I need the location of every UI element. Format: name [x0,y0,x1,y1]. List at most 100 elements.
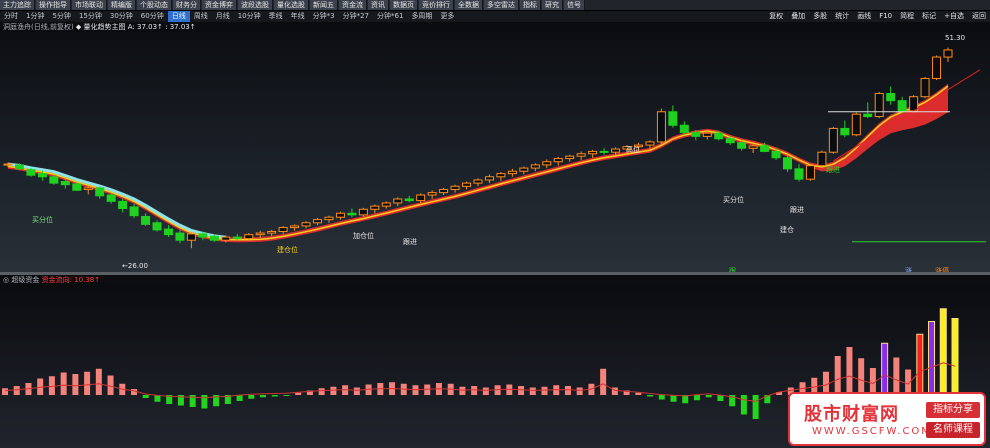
period-tab-4[interactable]: 30分钟 [106,11,137,22]
period-tab-8[interactable]: 月线 [212,11,234,22]
tool-button-6[interactable]: 简程 [896,11,918,22]
flow-bar [600,368,607,395]
candle-body [163,228,173,236]
toolbar-button-14[interactable]: 全数据 [455,0,483,10]
candle-body [886,93,896,102]
candle-body [656,111,666,143]
candle-body [943,49,953,58]
flow-bar [916,333,924,396]
toolbar-button-18[interactable]: 信号 [564,0,585,10]
candle-body [932,56,942,79]
watermark-tag-course: 名师课程 [926,422,980,438]
position-label: 跟进 [403,238,417,246]
sub-indicator-title: ◎ 超级资金 [3,276,40,284]
period-tab-10[interactable]: 季线 [265,11,287,22]
toolbar-button-8[interactable]: 量化选股 [274,0,309,10]
flow-bar [201,395,208,409]
toolbar-button-17[interactable]: 研究 [542,0,563,10]
flow-bar [705,395,712,398]
period-tab-12[interactable]: 分钟*3 [309,11,339,22]
flow-bar [48,376,55,395]
period-tab-2[interactable]: 5分钟 [48,11,74,22]
candle-body [404,198,414,202]
candle-body [691,131,701,137]
flow-bar [951,318,959,396]
candle-body [863,113,873,118]
watermark-url: WWW.GSCFW.COM [812,426,932,437]
flow-bar [928,321,936,396]
candle-body [26,169,36,176]
period-tab-5[interactable]: 60分钟 [137,11,168,22]
candle-body [530,164,540,169]
candle-body [72,183,82,191]
period-tab-3[interactable]: 15分钟 [75,11,106,22]
signal-label: 跟进 [826,166,840,174]
candle-body [714,132,724,140]
sub-chart-header: ◎ 超级资金 资金流向: 10.38↑ [0,275,990,285]
candle-body [278,227,288,232]
candle-body [851,113,861,136]
toolbar-button-9[interactable]: 新闻五 [310,0,338,10]
candle-body [679,124,689,133]
candle-body [507,170,517,175]
flow-bar [482,387,489,395]
candle-body [335,212,345,218]
flow-bar [283,395,290,396]
toolbar-button-13[interactable]: 竞价排行 [419,0,454,10]
toolbar-button-10[interactable]: 资金流 [339,0,367,10]
stock-title: 洞庭渔舟(日线,前复权) [3,23,74,31]
tool-button-9[interactable]: 返回 [968,11,990,22]
flow-bar [564,386,571,395]
toolbar-button-7[interactable]: 波段选股 [238,0,273,10]
flow-bar [858,358,865,395]
tool-button-7[interactable]: 标记 [918,11,940,22]
tool-button-3[interactable]: 统计 [831,11,853,22]
tool-button-0[interactable]: 复权 [765,11,787,22]
candle-body [370,205,380,210]
period-tab-9[interactable]: 10分钟 [234,11,265,22]
toolbar-button-15[interactable]: 多空雷达 [484,0,519,10]
period-tab-6[interactable]: 日线 [167,11,190,22]
flow-bar [248,395,255,399]
flow-bar [529,387,536,395]
period-tab-16[interactable]: 更多 [436,11,458,22]
flow-bar [318,388,325,395]
toolbar-button-0[interactable]: 主力追踪 [0,0,35,10]
toolbar-button-3[interactable]: 精编版 [108,0,136,10]
candle-body [83,187,93,190]
candle-body [141,215,151,225]
main-chart-panel[interactable]: 51.30 ←26.00 买分位 建仓位 加仓位 跟进 高位 买分位 跟进 建仓 跟进跟涨停涨 [0,32,990,275]
toolbar-button-11[interactable]: 资讯 [368,0,389,10]
period-tab-13[interactable]: 分钟*27 [339,11,373,22]
candle-body [771,150,781,159]
candle-body [129,206,139,217]
candle-body [496,173,506,178]
toolbar-button-4[interactable]: 个股动态 [137,0,172,10]
toolbar-button-6[interactable]: 资金博弈 [202,0,237,10]
tool-button-2[interactable]: 多股 [809,11,831,22]
period-tab-15[interactable]: 多周期 [407,11,436,22]
flow-bar [95,368,102,395]
toolbar-button-5[interactable]: 财务分 [173,0,201,10]
toolbar-button-16[interactable]: 指标 [520,0,541,10]
toolbar-button-1[interactable]: 操作指导 [36,0,71,10]
candle-body [106,194,116,202]
toolbar-button-2[interactable]: 市场联动 [72,0,107,10]
period-tab-11[interactable]: 年线 [287,11,309,22]
tool-button-5[interactable]: F10 [875,11,896,22]
flow-bar [353,387,360,395]
app-window: 主力追踪 操作指导 市场联动 精编版 个股动态 财务分 资金博弈 波段选股 量化选股 新闻五 资金流… [0,0,990,448]
period-tab-0[interactable]: 分时 [0,11,22,22]
period-tab-1[interactable]: 1分钟 [22,11,48,22]
position-label: 建仓 [780,225,794,234]
tool-button-1[interactable]: 叠加 [787,11,809,22]
period-tab-7[interactable]: 周线 [190,11,212,22]
tool-button-8[interactable]: +自选 [940,11,968,22]
candle-body [576,153,586,157]
toolbar-button-12[interactable]: 数据页 [390,0,418,10]
period-bar: 分时 1分钟 5分钟 15分钟 30分钟 60分钟 日线 周线 月线 10分钟 季线 年线 分钟*3 分钟… [0,11,990,22]
period-tab-14[interactable]: 分钟*61 [373,11,407,22]
tool-button-4[interactable]: 画线 [853,11,875,22]
price-chart[interactable]: 51.30←26.00买分位建仓位加仓位跟进高位买分位跟进建仓跟进跟 涨停涨 [0,32,990,275]
indicator-values: ◆ 量化趋势主图 A: 37.03↑ : 37.03↑ [75,23,196,31]
